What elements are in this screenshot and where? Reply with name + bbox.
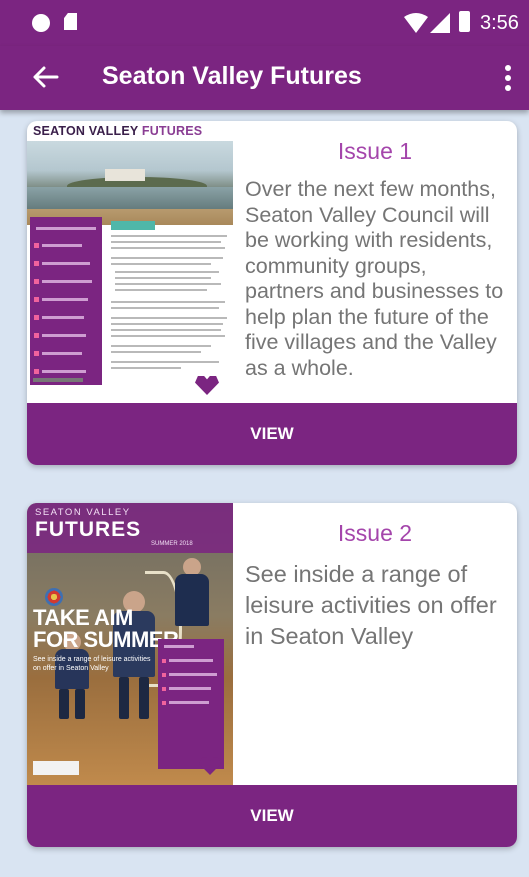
status-bar: 3:56 (0, 0, 529, 46)
cover-contents-panel (30, 217, 102, 385)
issue-description: Over the next few months, Seaton Valley … (245, 177, 504, 380)
cover-tag (111, 221, 155, 230)
overflow-menu-icon[interactable] (496, 61, 520, 95)
issue-1-cover-image[interactable]: SEATON VALLEY FUTURES (27, 121, 233, 403)
page-title: Seaton Valley Futures (102, 62, 362, 90)
archery-target-icon (45, 588, 63, 606)
cover-contents-panel (158, 639, 224, 769)
cover-masthead: SEATON VALLEY FUTURES SUMMER 2018 (27, 503, 233, 553)
wifi-icon (404, 13, 428, 33)
council-logo (33, 378, 83, 382)
back-arrow-icon[interactable] (30, 62, 60, 92)
view-issue-1-button[interactable]: VIEW (27, 403, 517, 465)
issue-card-2: SEATON VALLEY FUTURES SUMMER 2018 TAKE A… (27, 503, 517, 847)
issue-2-cover-image[interactable]: SEATON VALLEY FUTURES SUMMER 2018 TAKE A… (27, 503, 233, 785)
view-issue-2-button[interactable]: VIEW (27, 785, 517, 847)
battery-icon (459, 11, 470, 32)
sd-card-icon (64, 13, 77, 30)
app-bar: Seaton Valley Futures (0, 46, 529, 110)
issue-description: See inside a range of leisure activities… (245, 561, 497, 649)
cover-brand: SEATON VALLEY FUTURES (33, 124, 203, 138)
cover-subline: See inside a range of leisure activities… (33, 656, 151, 672)
issue-title: Issue 2 (337, 520, 413, 546)
cover-headline: TAKE AIM FOR SUMMER (33, 605, 179, 652)
issue-card-1: SEATON VALLEY FUTURES Issue 1 Over the n… (27, 121, 517, 465)
issue-title: Issue 1 (337, 138, 413, 164)
heart-logo-icon (195, 376, 219, 395)
council-logo (33, 761, 79, 775)
notification-dot-icon (32, 14, 50, 32)
signal-icon (430, 13, 450, 33)
coastal-photo (27, 141, 233, 225)
status-time: 3:56 (480, 12, 519, 34)
